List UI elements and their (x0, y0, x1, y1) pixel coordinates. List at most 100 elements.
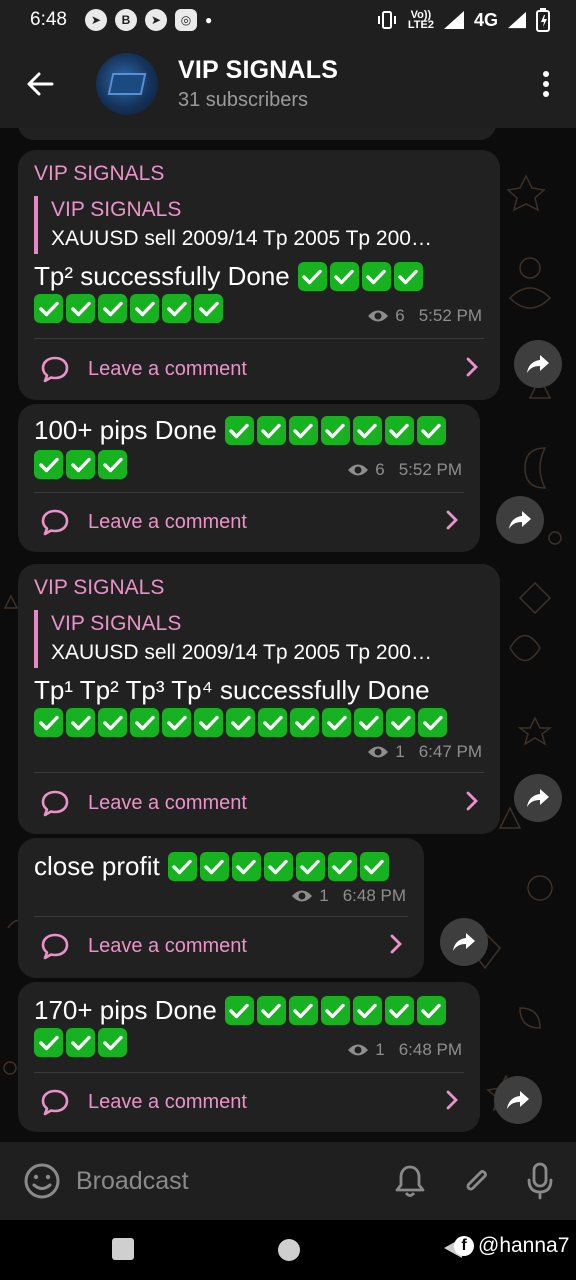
check-mark-emoji (98, 294, 127, 323)
subscriber-count: 31 subscribers (178, 89, 309, 111)
back-arrow-icon (27, 72, 54, 96)
channel-avatar[interactable] (96, 53, 158, 115)
check-mark-emoji (320, 416, 350, 445)
message-meta: 1 6:47 PM (367, 742, 482, 762)
reply-quote[interactable]: VIP SIGNALS XAUUSD sell 2009/14 Tp 2005 … (34, 196, 491, 254)
quote-text: XAUUSD sell 2009/14 Tp 2005 Tp 200… (51, 227, 432, 250)
channel-title: VIP SIGNALS (178, 56, 339, 84)
broadcast-input[interactable]: Broadcast (76, 1167, 189, 1196)
leave-comment-label: Leave a comment (88, 934, 247, 957)
check-emojis (167, 852, 389, 881)
chevron-right-icon (390, 934, 402, 959)
emoji-icon[interactable] (22, 1161, 62, 1201)
view-count: 1 (375, 1040, 385, 1059)
recents-button[interactable] (112, 1238, 134, 1260)
leave-comment-label: Leave a comment (88, 510, 247, 533)
check-mark-emoji (34, 1028, 63, 1057)
check-emojis (34, 708, 447, 737)
check-mark-emoji (263, 852, 293, 881)
check-mark-emoji (352, 416, 382, 445)
view-count: 6 (375, 460, 385, 479)
status-bar: 6:48 ➤ B ➤ ◎ ● Vo)) LTE2 4G (0, 0, 576, 40)
instagram-icon: ◎ (174, 9, 197, 31)
post-bubble[interactable]: VIP SIGNALS VIP SIGNALS XAUUSD sell 2009… (18, 150, 500, 400)
leave-comment-button[interactable]: Leave a comment (18, 916, 424, 976)
view-count: 1 (395, 742, 405, 761)
share-button[interactable] (496, 496, 544, 544)
check-mark-emoji (361, 262, 391, 291)
views-eye-icon (348, 1044, 369, 1056)
post-bubble[interactable]: VIP SIGNALS VIP SIGNALS XAUUSD sell 2009… (18, 564, 500, 834)
check-mark-emoji (327, 852, 357, 881)
message-text: 170+ pips Done (34, 994, 446, 1027)
check-mark-emoji (98, 708, 127, 737)
signal-icon (443, 11, 464, 29)
comment-icon (40, 931, 70, 961)
check-mark-emoji (359, 852, 389, 881)
post-sender[interactable]: VIP SIGNALS (34, 576, 164, 600)
share-button[interactable] (440, 918, 488, 966)
check-mark-emoji (329, 262, 359, 291)
post-sender[interactable]: VIP SIGNALS (34, 162, 164, 186)
check-mark-emoji (258, 708, 287, 737)
leave-comment-button[interactable]: Leave a comment (18, 339, 500, 399)
notification-icons: ➤ B ➤ ◎ ● (84, 9, 212, 31)
views-eye-icon (368, 746, 389, 758)
watermark: f @hanna7 (454, 1234, 569, 1258)
bell-icon[interactable] (394, 1163, 426, 1199)
facebook-icon: f (454, 1236, 474, 1256)
check-mark-emoji (130, 708, 159, 737)
share-icon (507, 1091, 529, 1109)
more-vertical-icon (543, 71, 549, 97)
check-mark-emoji (224, 416, 254, 445)
message-time: 5:52 PM (398, 460, 462, 479)
check-mark-emoji (295, 852, 325, 881)
chevron-right-icon (466, 357, 478, 382)
comment-icon (40, 507, 70, 537)
leave-comment-button[interactable]: Leave a comment (18, 1072, 480, 1132)
message-meta: 6 5:52 PM (367, 306, 482, 326)
check-mark-emoji (130, 294, 159, 323)
share-button[interactable] (494, 1076, 542, 1124)
battery-icon (536, 8, 550, 32)
views-eye-icon (348, 464, 369, 476)
check-mark-emoji (66, 708, 95, 737)
message-text: 100+ pips Done (34, 414, 446, 447)
message-list[interactable]: VIP SIGNALS VIP SIGNALS XAUUSD sell 2009… (0, 128, 576, 1142)
channel-info[interactable]: VIP SIGNALS 31 subscribers (178, 56, 338, 112)
check-mark-emoji (288, 996, 318, 1025)
previous-message-bubble[interactable] (18, 128, 496, 140)
message-time: 5:52 PM (418, 306, 482, 325)
telegram-icon: ➤ (144, 9, 167, 31)
comment-icon (40, 1087, 70, 1117)
message-meta: 1 6:48 PM (291, 886, 406, 906)
chevron-right-icon (446, 1090, 458, 1115)
message-meta: 1 6:48 PM (347, 1040, 462, 1060)
microphone-icon[interactable] (526, 1162, 554, 1200)
check-mark-emoji (34, 294, 63, 323)
leave-comment-button[interactable]: Leave a comment (18, 492, 480, 552)
post-bubble[interactable]: close profit 1 6:48 PM Leave a comment (18, 838, 424, 978)
more-menu-button[interactable] (516, 40, 576, 128)
chevron-right-icon (446, 510, 458, 535)
quote-text: XAUUSD sell 2009/14 Tp 2005 Tp 200… (51, 641, 432, 664)
check-mark-emoji (288, 416, 318, 445)
share-button[interactable] (514, 774, 562, 822)
share-button[interactable] (514, 340, 562, 388)
leave-comment-button[interactable]: Leave a comment (18, 773, 500, 833)
check-emojis (34, 1028, 127, 1057)
check-mark-emoji (322, 708, 351, 737)
reply-quote[interactable]: VIP SIGNALS XAUUSD sell 2009/14 Tp 2005 … (34, 610, 491, 668)
home-button[interactable] (278, 1239, 300, 1261)
watermark-text: @hanna7 (478, 1234, 570, 1257)
post-bubble[interactable]: 170+ pips Done 1 6:48 PM Leave a comment (18, 982, 480, 1132)
check-mark-emoji (290, 708, 319, 737)
back-button[interactable] (0, 40, 80, 128)
check-mark-emoji (256, 416, 286, 445)
leave-comment-label: Leave a comment (88, 1090, 247, 1113)
bitcoin-icon: B (114, 9, 137, 31)
attachment-icon[interactable] (460, 1163, 492, 1199)
check-mark-emoji (416, 416, 446, 445)
views-eye-icon (292, 890, 313, 902)
post-bubble[interactable]: 100+ pips Done 6 5:52 PM Leave a comment (18, 404, 480, 552)
